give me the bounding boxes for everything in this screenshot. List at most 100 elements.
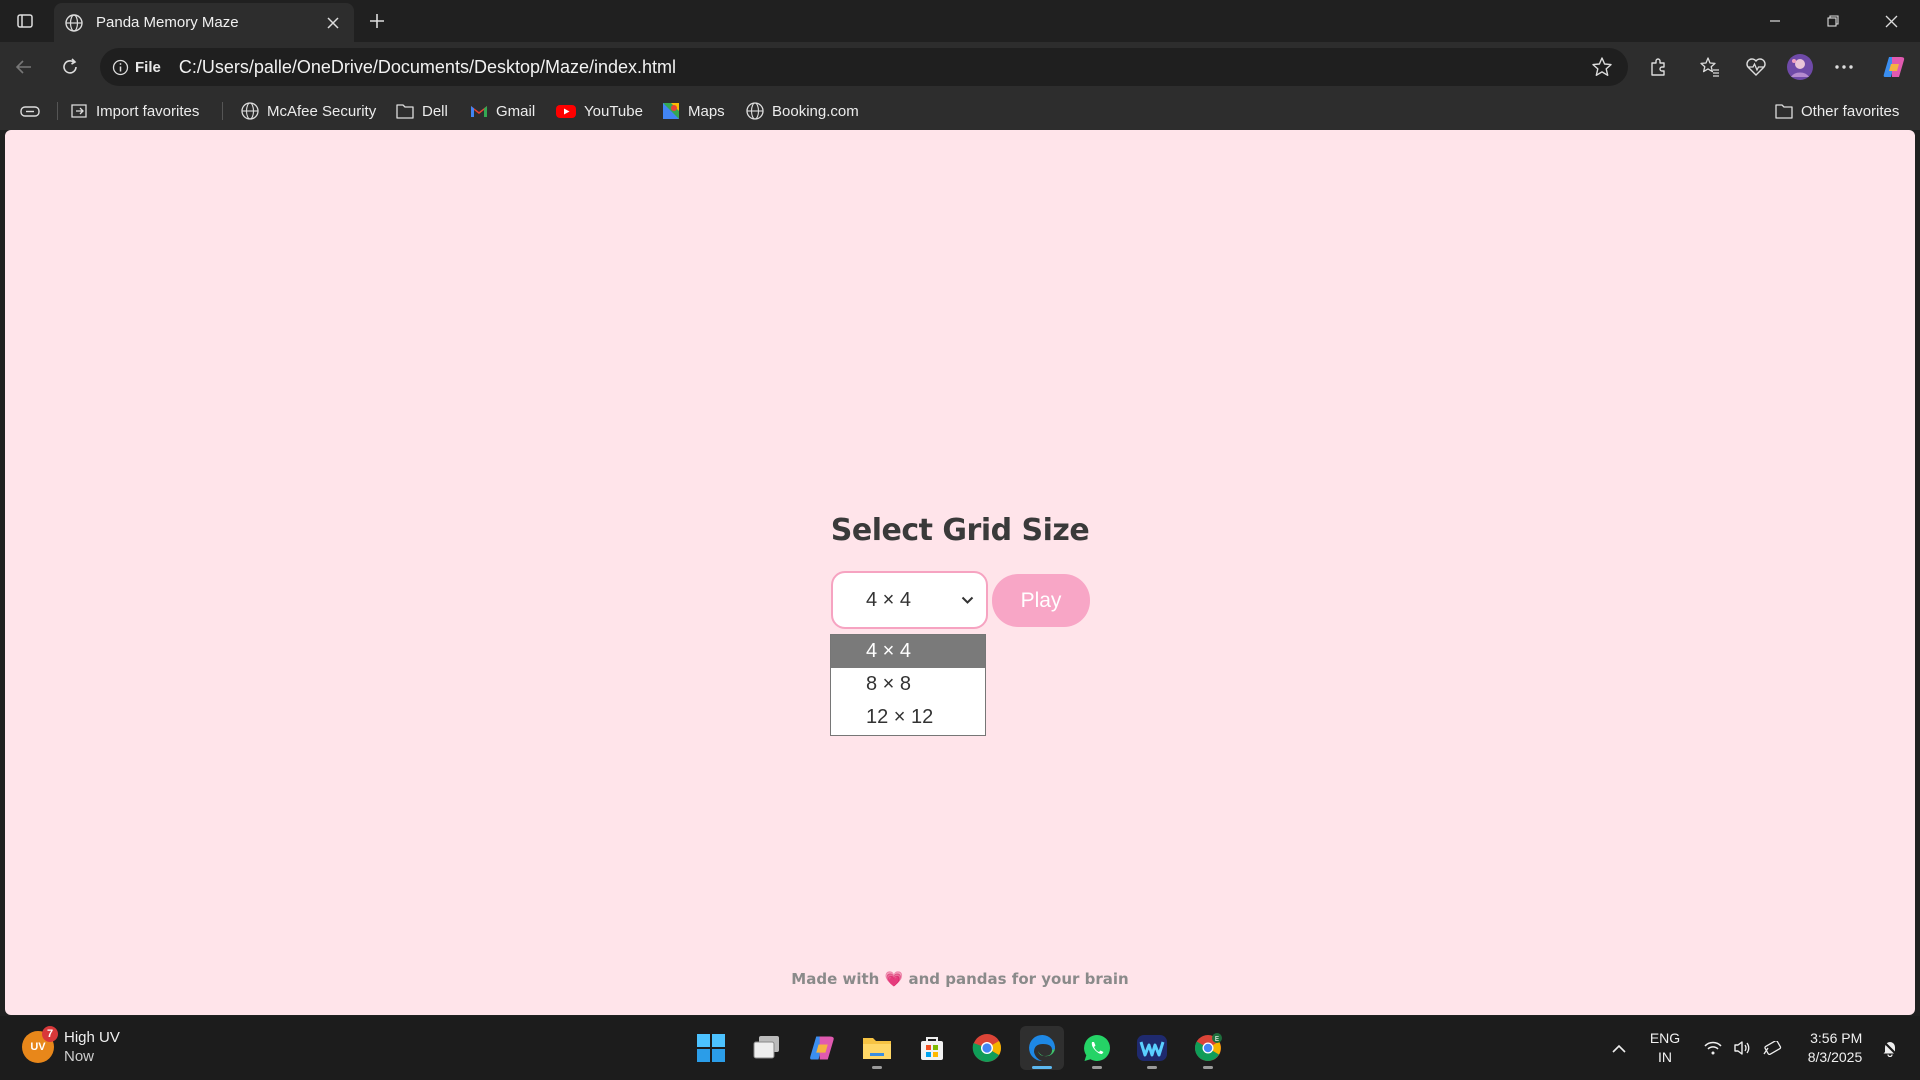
favorites-divider	[222, 102, 223, 120]
folder-icon	[863, 1038, 891, 1059]
minimize-button[interactable]	[1746, 0, 1804, 42]
tab-actions-icon	[17, 14, 33, 28]
chrome-button[interactable]	[965, 1026, 1009, 1070]
favorite-dell[interactable]: Dell	[395, 98, 448, 124]
copilot-button[interactable]	[1878, 51, 1910, 83]
start-button[interactable]	[689, 1026, 733, 1070]
grid-size-select[interactable]: 4 × 4	[831, 571, 988, 629]
language-region: IN	[1658, 1049, 1672, 1065]
grid-size-option[interactable]: 4 × 4	[831, 635, 985, 668]
avatar	[1787, 54, 1813, 80]
browser-toolbar: File C:/Users/palle/OneDrive/Documents/D…	[0, 42, 1920, 92]
close-icon	[1885, 15, 1897, 27]
running-indicator	[1032, 1066, 1052, 1069]
collections-icon	[20, 106, 40, 117]
webex-button[interactable]	[1130, 1026, 1174, 1070]
clock-time: 3:56 PM	[1810, 1030, 1863, 1046]
chrome-icon: E	[1194, 1033, 1222, 1061]
restore-icon	[1827, 15, 1839, 27]
favorite-booking[interactable]: Booking.com	[745, 98, 859, 124]
battery-charging-icon	[1763, 1041, 1782, 1055]
extensions-button[interactable]	[1642, 51, 1674, 83]
url-text[interactable]: C:/Users/palle/OneDrive/Documents/Deskto…	[179, 57, 1588, 78]
folder-icon	[396, 104, 414, 119]
other-favorites-label: Other favorites	[1801, 102, 1900, 120]
language-code: ENG	[1649, 1030, 1681, 1046]
page-viewport: Select Grid Size 4 × 4 Play 4 × 4 8 × 8 …	[5, 130, 1915, 1015]
favorite-dell-label: Dell	[422, 102, 448, 120]
grid-size-selected-value: 4 × 4	[866, 588, 912, 611]
favorite-star-icon[interactable]	[1588, 53, 1616, 81]
favorite-gmail[interactable]: Gmail	[469, 98, 535, 124]
tab-actions-button[interactable]	[10, 6, 40, 36]
active-tab[interactable]: Panda Memory Maze	[54, 3, 354, 42]
restore-button[interactable]	[1804, 0, 1862, 42]
chevron-up-icon	[1612, 1044, 1626, 1053]
heart-pulse-icon	[1746, 58, 1766, 76]
browser-essentials-button[interactable]	[1740, 51, 1772, 83]
favorite-mcafee-label: McAfee Security	[267, 102, 377, 120]
favorites-list-icon	[1700, 57, 1719, 77]
uv-badge-label: UV	[30, 1041, 46, 1053]
globe-icon	[241, 102, 259, 120]
show-hidden-icons-button[interactable]	[1604, 1016, 1634, 1080]
language-indicator[interactable]: ENG IN	[1642, 1016, 1688, 1080]
task-view-button[interactable]	[745, 1026, 789, 1070]
refresh-icon	[63, 58, 77, 74]
favorite-youtube[interactable]: YouTube	[555, 98, 643, 124]
battery-status[interactable]	[1759, 1016, 1785, 1080]
collections-button[interactable]	[20, 98, 40, 124]
favorite-gmail-label: Gmail	[496, 102, 536, 120]
site-info[interactable]: File	[112, 59, 161, 76]
weather-widget[interactable]: UV 7 High UV Now	[22, 1026, 120, 1066]
close-window-button[interactable]	[1862, 0, 1920, 42]
globe-icon	[746, 102, 764, 120]
new-tab-button[interactable]	[362, 6, 392, 36]
notification-count: 7	[42, 1026, 58, 1042]
edge-button[interactable]	[1020, 1026, 1064, 1070]
close-tab-icon[interactable]	[322, 12, 344, 34]
import-favorites-label: Import favorites	[96, 102, 200, 120]
taskbar: UV 7 High UV Now E ENG IN 3:56 PM 8/3/20…	[0, 1016, 1920, 1080]
clock-date: 8/3/2025	[1807, 1049, 1863, 1065]
edge-icon	[1029, 1035, 1056, 1061]
windows-icon	[697, 1034, 725, 1062]
profile-button[interactable]	[1784, 51, 1816, 83]
settings-more-button[interactable]	[1828, 51, 1860, 83]
back-arrow-icon	[15, 60, 31, 74]
globe-icon	[65, 13, 83, 32]
notifications-button[interactable]	[1876, 1016, 1904, 1080]
grid-size-option[interactable]: 12 × 12	[831, 701, 985, 734]
favorite-maps-label: Maps	[688, 102, 725, 120]
youtube-icon	[556, 105, 576, 118]
webex-icon	[1137, 1035, 1167, 1061]
address-bar[interactable]: File C:/Users/palle/OneDrive/Documents/D…	[100, 48, 1628, 86]
volume-status[interactable]	[1729, 1016, 1755, 1080]
copilot-icon	[810, 1036, 834, 1060]
microsoft-store-button[interactable]	[910, 1026, 954, 1070]
whatsapp-button[interactable]	[1075, 1026, 1119, 1070]
favorite-maps[interactable]: Maps	[661, 98, 725, 124]
footer-text-start: Made with	[791, 970, 880, 988]
back-button[interactable]	[8, 51, 40, 83]
wifi-status[interactable]	[1700, 1016, 1726, 1080]
other-favorites-folder[interactable]: Other favorites	[1774, 98, 1899, 124]
file-explorer-button[interactable]	[855, 1026, 899, 1070]
chrome-profile-button[interactable]: E	[1186, 1026, 1230, 1070]
running-indicator	[872, 1066, 882, 1069]
copilot-taskbar-button[interactable]	[800, 1026, 844, 1070]
copilot-icon	[1883, 57, 1905, 77]
favorites-button[interactable]	[1694, 51, 1726, 83]
import-icon	[71, 104, 87, 118]
favorites-bar: Import favorites McAfee Security Dell Gm…	[0, 92, 1920, 130]
grid-size-option[interactable]: 8 × 8	[831, 668, 985, 701]
refresh-button[interactable]	[54, 51, 86, 83]
play-button[interactable]: Play	[992, 574, 1090, 627]
maps-icon	[663, 103, 679, 119]
weather-title: High UV	[64, 1029, 120, 1046]
minimize-icon	[1770, 20, 1780, 22]
system-clock[interactable]: 3:56 PM 8/3/2025	[1800, 1016, 1870, 1080]
folder-icon	[1775, 104, 1793, 119]
import-favorites-link[interactable]: Import favorites	[69, 98, 199, 124]
favorite-mcafee[interactable]: McAfee Security	[240, 98, 376, 124]
